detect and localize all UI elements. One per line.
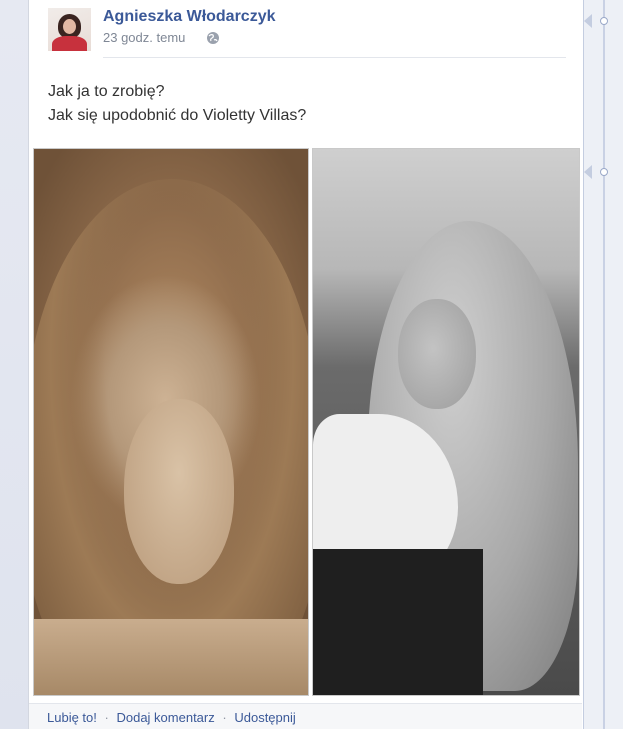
- action-separator: ·: [222, 710, 227, 725]
- timeline-rail: [584, 0, 623, 729]
- photo-dress: [313, 549, 483, 695]
- post-message-line: Jak się upodobnić do Violetty Villas?: [48, 107, 307, 124]
- timeline-pointer-icon: [584, 165, 592, 179]
- avatar-shirt: [52, 36, 87, 51]
- photo-face: [398, 299, 476, 409]
- share-link[interactable]: Udostępnij: [234, 710, 295, 725]
- photo-shoulder: [34, 619, 308, 695]
- author-name[interactable]: Agnieszka Włodarczyk: [103, 8, 276, 26]
- avatar-face: [63, 19, 76, 34]
- avatar[interactable]: [48, 8, 91, 51]
- comment-link[interactable]: Dodaj komentarz: [116, 710, 214, 725]
- header-divider: [103, 57, 566, 58]
- timeline-dot-icon[interactable]: [600, 17, 608, 25]
- globe-icon[interactable]: [206, 31, 220, 45]
- timeline-line: [603, 0, 605, 729]
- timeline-pointer-icon: [584, 14, 592, 28]
- action-separator: ·: [104, 710, 109, 725]
- post-actions-row: Lubię to! · Dodaj komentarz · Udostępnij: [47, 710, 296, 725]
- post-message: Jak ja to zrobię? Jak się upodobnić do V…: [48, 80, 306, 128]
- post-actions: Lubię to! · Dodaj komentarz · Udostępnij: [29, 703, 582, 729]
- photo-left[interactable]: [33, 148, 309, 696]
- like-link[interactable]: Lubię to!: [47, 710, 97, 725]
- photo-face: [124, 399, 234, 584]
- post-timestamp[interactable]: 23 godz. temu: [103, 30, 185, 45]
- post-message-line: Jak ja to zrobię?: [48, 83, 165, 100]
- left-gutter: [0, 0, 28, 729]
- timeline-dot-icon[interactable]: [600, 168, 608, 176]
- photo-right[interactable]: [312, 148, 580, 696]
